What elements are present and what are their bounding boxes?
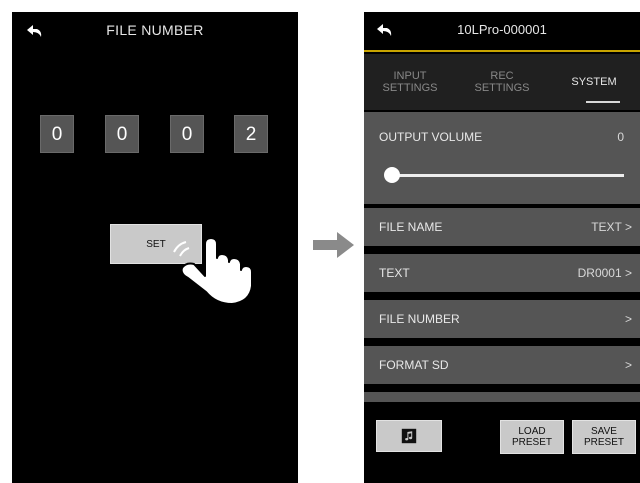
menu-item-file-name[interactable]: FILE NAME TEXT > xyxy=(364,208,640,246)
tab-rec-settings[interactable]: REC SETTINGS xyxy=(456,54,548,110)
music-note-icon xyxy=(401,428,417,444)
digit-4[interactable]: 2 xyxy=(234,115,268,153)
active-tab-indicator xyxy=(586,101,620,103)
file-number-screen: FILE NUMBER 0 0 0 2 SET xyxy=(12,12,298,483)
chevron-right-icon: > xyxy=(624,312,632,326)
chevron-right-icon: > xyxy=(624,358,632,372)
slider-knob[interactable] xyxy=(384,167,400,183)
output-volume-row[interactable]: OUTPUT VOLUME 0 xyxy=(364,112,640,204)
menu-item-value: > xyxy=(625,312,632,326)
system-settings-screen: 10LPro-000001 INPUT SETTINGS REC SETTING… xyxy=(364,12,640,483)
menu-item-label: FORMAT SD xyxy=(379,358,449,372)
right-arrow-icon xyxy=(313,232,354,258)
menu-item-partial xyxy=(364,392,640,402)
screen-title: FILE NUMBER xyxy=(106,22,204,38)
output-volume-label: OUTPUT VOLUME xyxy=(379,130,483,144)
menu-item-label: FILE NUMBER xyxy=(379,312,460,326)
tap-hand-icon xyxy=(173,237,253,305)
digit-2[interactable]: 0 xyxy=(105,115,139,153)
chevron-right-icon: > xyxy=(624,220,632,234)
header-divider xyxy=(364,50,640,52)
digit-3[interactable]: 0 xyxy=(170,115,204,153)
menu-item-value: > xyxy=(625,358,632,372)
menu-item-format-sd[interactable]: FORMAT SD > xyxy=(364,346,640,384)
digit-1[interactable]: 0 xyxy=(40,115,74,153)
menu-item-value: TEXT > xyxy=(591,220,632,234)
output-volume-slider[interactable] xyxy=(392,174,624,177)
menu-item-label: FILE NAME xyxy=(379,220,443,234)
save-preset-button[interactable]: SAVE PRESET xyxy=(572,420,636,454)
menu-item-text[interactable]: TEXT DR0001 > xyxy=(364,254,640,292)
load-preset-button[interactable]: LOAD PRESET xyxy=(500,420,564,454)
menu-item-file-number[interactable]: FILE NUMBER > xyxy=(364,300,640,338)
chevron-right-icon: > xyxy=(624,266,632,280)
music-button[interactable] xyxy=(376,420,442,452)
tab-input-settings[interactable]: INPUT SETTINGS xyxy=(364,54,456,110)
screen-title: 10LPro-000001 xyxy=(457,22,547,37)
menu-item-label: TEXT xyxy=(379,266,410,280)
menu-item-value: DR0001 > xyxy=(577,266,632,280)
output-volume-value: 0 xyxy=(617,130,624,144)
